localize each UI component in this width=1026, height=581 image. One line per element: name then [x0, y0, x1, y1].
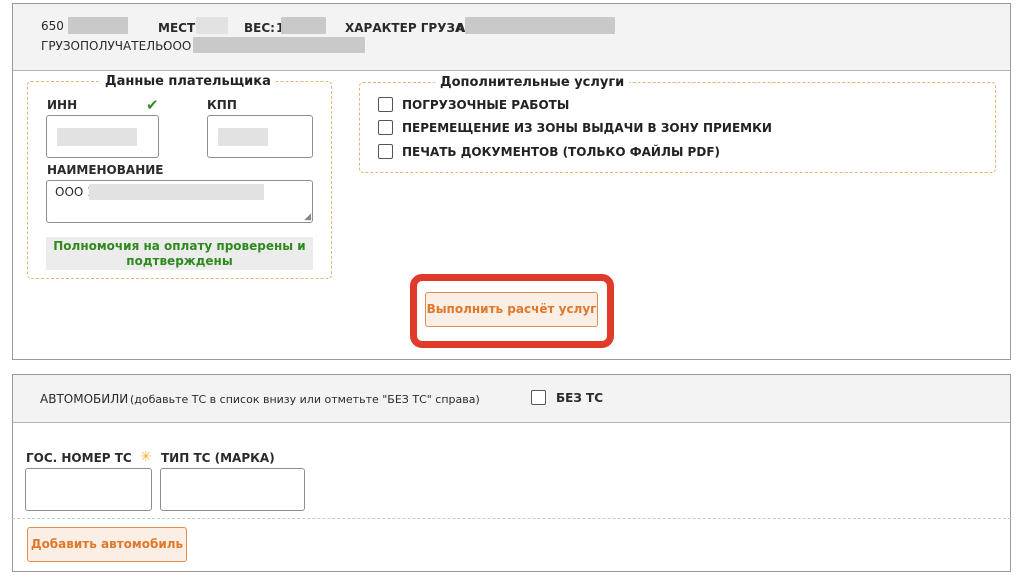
add-vehicle-button[interactable]: Добавить автомобиль — [27, 527, 187, 562]
name-textarea[interactable]: ООО 1 ◢ — [46, 180, 313, 223]
vehicles-divider — [12, 518, 1011, 519]
vehicles-note: (добавьте ТС в список внизу или отметьте… — [130, 393, 480, 406]
plate-input[interactable] — [25, 468, 152, 511]
no-vehicle-label: БЕЗ ТС — [556, 391, 604, 405]
redacted-inn — [57, 128, 137, 146]
service-print-label: ПЕЧАТЬ ДОКУМЕНТОВ (ТОЛЬКО ФАЙЛЫ PDF) — [402, 145, 720, 159]
cargo-summary-header: 650 МЕСТ: ВЕС: 1 ХАРАКТЕР ГРУЗА: А ГРУЗО… — [13, 4, 1010, 71]
redacted-weight — [281, 17, 326, 34]
places-label: МЕСТ: — [158, 21, 200, 35]
checkmark-icon: ✔ — [146, 96, 159, 114]
plate-label: ГОС. НОМЕР ТС — [26, 451, 132, 465]
required-star-icon: ✳ — [140, 449, 152, 465]
service-transfer-label: ПЕРЕМЕЩЕНИЕ ИЗ ЗОНЫ ВЫДАЧИ В ЗОНУ ПРИЕМК… — [402, 121, 772, 135]
service-loading-label: ПОГРУЗОЧНЫЕ РАБОТЫ — [402, 98, 570, 112]
additional-services-legend: Дополнительные услуги — [440, 75, 625, 90]
kpp-field[interactable] — [207, 115, 313, 158]
payer-data-legend: Данные плательщика — [105, 74, 271, 89]
calculate-services-button[interactable]: Выполнить расчёт услуг — [425, 292, 598, 327]
vehicle-type-label: ТИП ТС (МАРКА) — [161, 451, 275, 465]
redacted-places — [196, 17, 228, 34]
name-label: НАИМЕНОВАНИЕ — [47, 163, 164, 177]
service-transfer-checkbox[interactable] — [378, 120, 393, 135]
weight-label: ВЕС: — [244, 21, 275, 35]
service-loading-checkbox[interactable] — [378, 97, 393, 112]
resize-handle-icon[interactable]: ◢ — [304, 212, 311, 222]
consignee-label: ГРУЗОПОЛУЧАТЕЛЬ: — [41, 39, 168, 53]
payment-authority-verified: Полномочия на оплату проверены и подтвер… — [46, 237, 313, 270]
vehicles-header: АВТОМОБИЛИ (добавьте ТС в список внизу и… — [13, 375, 1010, 423]
consignee-prefix: ООО — [163, 39, 192, 53]
service-print-checkbox[interactable] — [378, 144, 393, 159]
redacted-name — [89, 184, 264, 200]
redacted-cargo-type — [465, 17, 615, 34]
redacted-consignee — [193, 37, 365, 53]
vehicles-title: АВТОМОБИЛИ — [40, 392, 129, 406]
cargo-number: 650 — [41, 19, 64, 33]
no-vehicle-checkbox[interactable] — [531, 390, 546, 405]
inn-label: ИНН — [47, 98, 78, 112]
redacted-cargo-number — [68, 17, 128, 34]
vehicle-type-input[interactable] — [160, 468, 305, 511]
kpp-label: КПП — [207, 98, 237, 112]
redacted-kpp — [218, 128, 268, 146]
inn-field[interactable] — [46, 115, 159, 158]
cargo-type-label: ХАРАКТЕР ГРУЗА: — [345, 21, 470, 35]
cargo-type-prefix: А — [456, 21, 466, 35]
